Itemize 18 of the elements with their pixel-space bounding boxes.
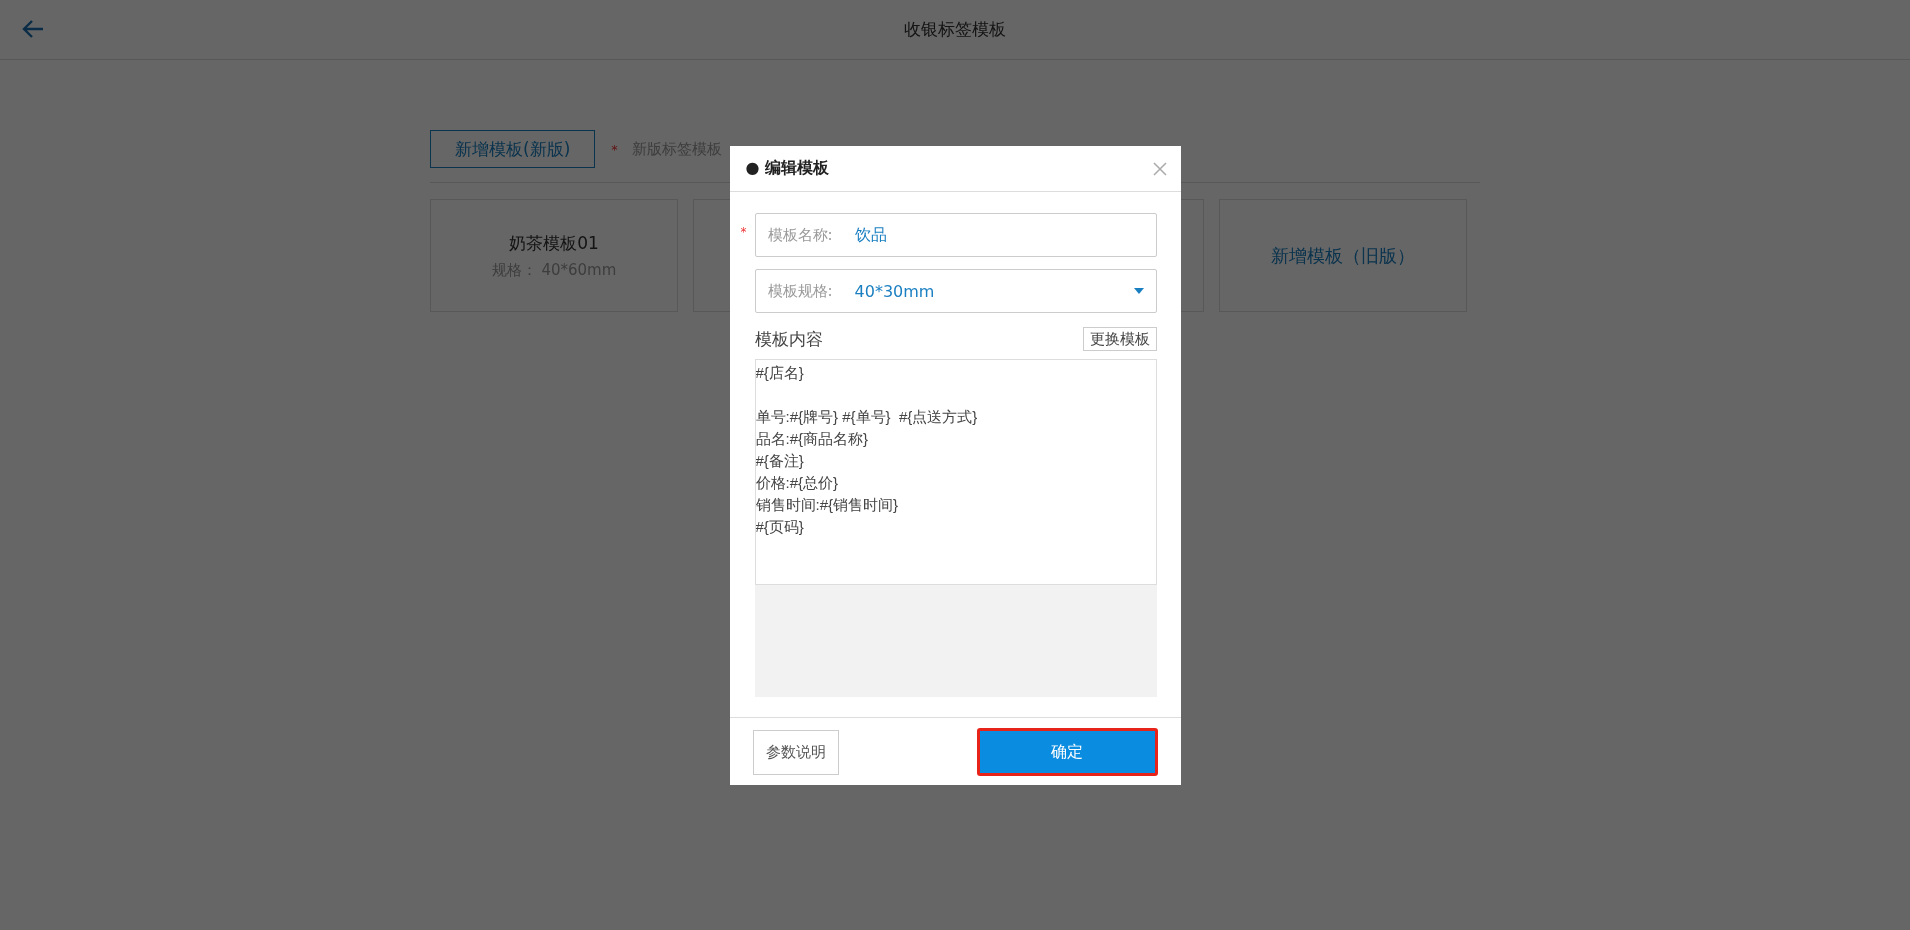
parameter-help-button[interactable]: 参数说明 xyxy=(752,729,839,775)
confirm-button[interactable]: 确定 xyxy=(976,728,1158,776)
close-icon[interactable] xyxy=(1152,161,1167,176)
add-template-label: 新增模板（旧版） xyxy=(1271,243,1415,268)
dialog-title: ● 编辑模板 xyxy=(745,158,830,179)
name-input[interactable]: 模板名称: 饮品 xyxy=(754,213,1157,257)
notice-mark: * xyxy=(611,141,618,157)
add-template-card[interactable]: 新增模板（旧版） xyxy=(1219,199,1467,312)
template-name: 奶茶模板01 xyxy=(509,231,599,255)
required-mark: * xyxy=(740,225,747,239)
add-template-button[interactable]: 新增模板(新版) xyxy=(430,130,596,168)
spec-select[interactable]: 模板规格: 40*30mm xyxy=(754,269,1157,313)
caret-icon xyxy=(1133,288,1144,294)
replace-template-button[interactable]: 更换模板 xyxy=(1082,327,1157,351)
content-textarea[interactable]: #{店名} 单号:#{牌号} #{单号} #{点送方式} 品名:#{商品名称} #{备注} 价格:#{总价} 销售时间:#{销售时间} #{页码} xyxy=(754,359,1157,585)
page-title: 收银标签模板 xyxy=(904,18,1006,41)
back-arrow-icon[interactable] xyxy=(22,19,44,39)
content-label: 模板内容 xyxy=(754,327,823,351)
